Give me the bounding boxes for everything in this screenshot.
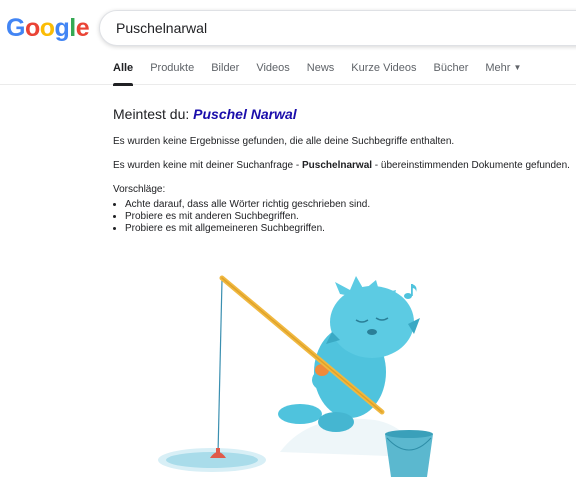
no-results-message: Es wurden keine Ergebnisse gefunden, die…	[113, 136, 455, 147]
tab-mehr[interactable]: Mehr ▼	[485, 62, 521, 84]
search-box[interactable]	[99, 10, 576, 46]
tab-buecher[interactable]: Bücher	[434, 62, 469, 84]
monster-icon	[278, 276, 420, 432]
no-documents-message: Es wurden keine mit deiner Suchanfrage -…	[113, 160, 573, 171]
header: Google Alle Produkte Bilder Videos News …	[0, 0, 576, 86]
results-content: Meintest du: Puschel Narwal Es wurden ke…	[113, 106, 573, 235]
no-docs-query: Puschelnarwal	[302, 160, 373, 171]
did-you-mean: Meintest du: Puschel Narwal	[113, 106, 573, 122]
no-docs-suffix: - übereinstimmenden Dokumente gefunden.	[372, 160, 570, 171]
suggestion-item: Probiere es mit allgemeineren Suchbegrif…	[125, 223, 573, 235]
tab-kurze-videos[interactable]: Kurze Videos	[351, 62, 416, 84]
tab-produkte[interactable]: Produkte	[150, 62, 194, 84]
tab-news[interactable]: News	[307, 62, 335, 84]
search-tabs: Alle Produkte Bilder Videos News Kurze V…	[113, 62, 538, 86]
logo-letter: e	[75, 14, 90, 42]
tab-alle[interactable]: Alle	[113, 62, 134, 86]
no-docs-prefix: Es wurden keine mit deiner Suchanfrage -	[113, 160, 302, 171]
google-logo[interactable]: Google	[6, 14, 90, 43]
logo-letter: G	[6, 14, 25, 42]
suggestions-list: Achte darauf, dass alle Wörter richtig g…	[113, 199, 573, 235]
tab-videos[interactable]: Videos	[256, 62, 289, 84]
logo-letter: o	[39, 14, 55, 42]
tab-mehr-label: Mehr	[485, 62, 511, 74]
suggestions-title: Vorschläge:	[113, 184, 166, 195]
logo-letter: g	[54, 14, 70, 42]
suggestion-item: Achte darauf, dass alle Wörter richtig g…	[125, 199, 573, 211]
fishing-monster-illustration	[158, 275, 433, 477]
did-you-mean-prefix: Meintest du:	[113, 106, 190, 122]
did-you-mean-link[interactable]: Puschel Narwal	[193, 106, 297, 122]
logo-letter: o	[24, 14, 40, 42]
search-input[interactable]	[116, 20, 556, 36]
fishing-line	[217, 279, 223, 455]
tab-bilder[interactable]: Bilder	[211, 62, 239, 84]
caret-down-icon: ▼	[513, 63, 522, 72]
music-note-icon	[404, 284, 417, 299]
bucket-icon	[385, 430, 433, 477]
suggestion-item: Probiere es mit anderen Suchbegriffen.	[125, 211, 573, 223]
